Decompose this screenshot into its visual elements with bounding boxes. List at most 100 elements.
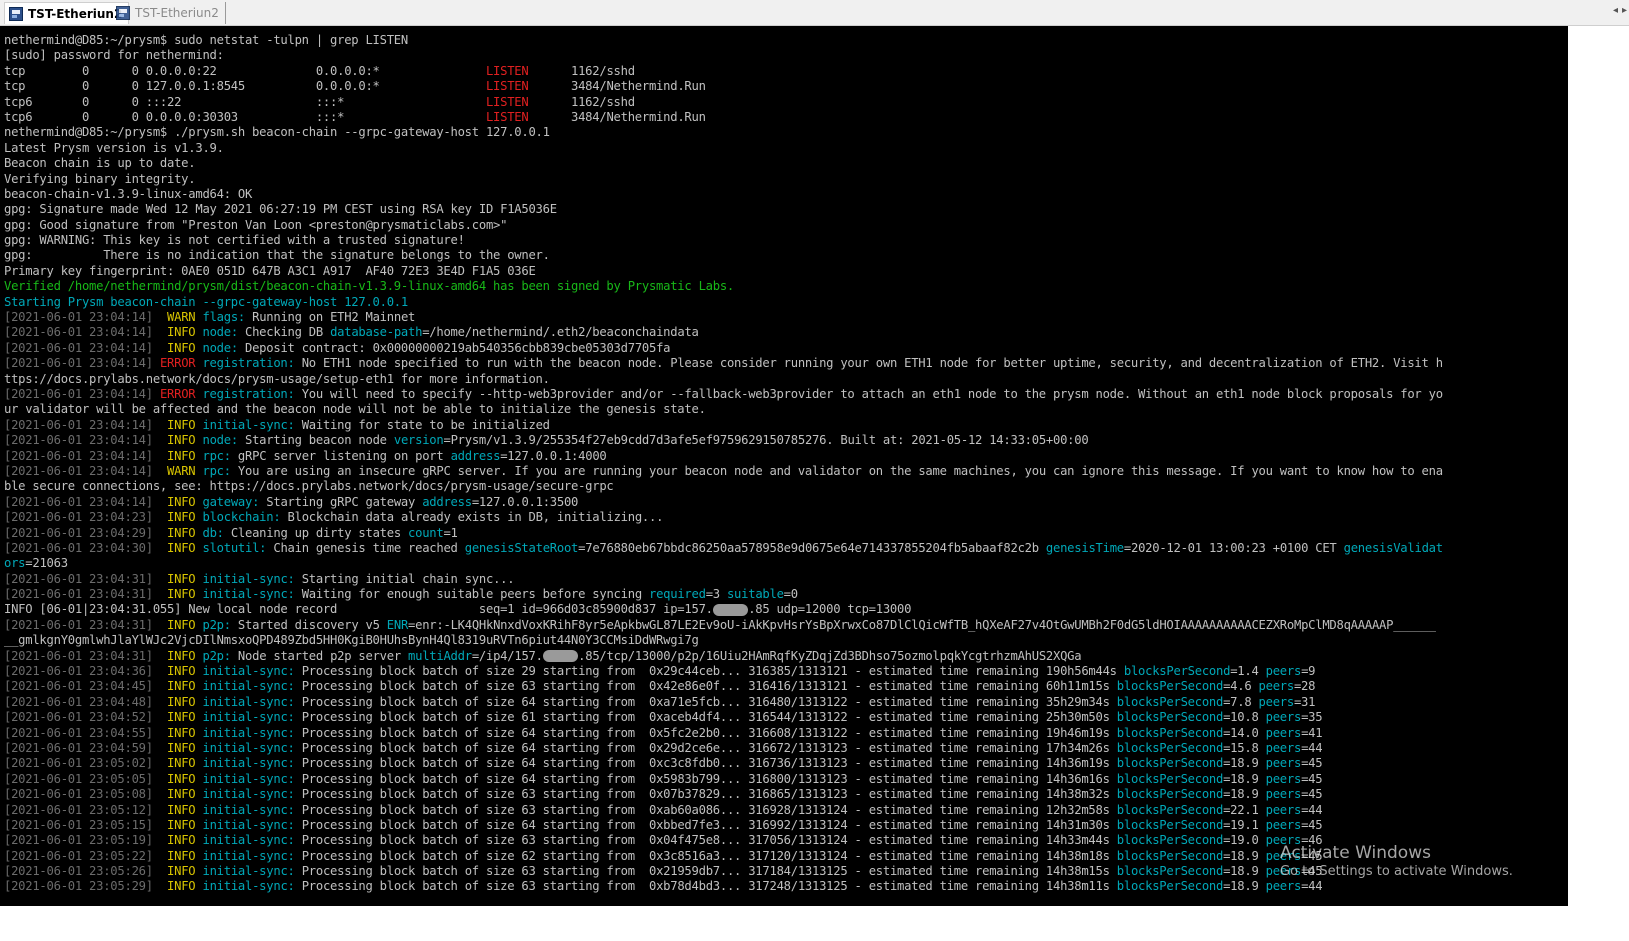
terminal-line: [2021-06-01 23:04:31] INFO p2p: Started … (4, 618, 1568, 633)
terminal-text-segment: initial-sync: (202, 725, 295, 740)
terminal-text-segment: =19.1 (1223, 817, 1266, 832)
terminal-text-segment: =21063 (25, 556, 68, 571)
terminal-text-segment: =44 (1301, 740, 1323, 755)
terminal-app-window: TST-Etheriun2 TST-Etheriun2 ◂ ▸ nethermi… (0, 0, 1629, 941)
tab-label: TST-Etheriun2 (135, 6, 219, 20)
terminal-text-segment: =45 (1301, 771, 1323, 786)
terminal-text-segment: INFO (167, 802, 196, 817)
terminal-text-segment: [2021-06-01 23:04:14] (4, 340, 153, 355)
terminal-output[interactable]: nethermind@D85:~/prysm$ sudo netstat -tu… (0, 26, 1568, 906)
terminal-text-segment: INFO (167, 833, 196, 848)
terminal-text-segment: blocksPerSecond (1116, 740, 1224, 755)
terminal-text-segment: required (649, 587, 706, 602)
terminal-text-segment: Starting beacon node (237, 433, 394, 448)
terminal-text-segment: Latest Prysm version is v1.3.9. (4, 140, 224, 155)
terminal-line: [2021-06-01 23:04:14] INFO rpc: gRPC ser… (4, 449, 1568, 464)
terminal-text-segment: No ETH1 node specified to run with the b… (294, 356, 1443, 371)
terminal-text-segment: registration: (202, 386, 295, 401)
terminal-line: [2021-06-01 23:04:14] INFO gateway: Star… (4, 495, 1568, 510)
terminal-text-segment: Processing block batch of size 61 starti… (294, 710, 1117, 725)
terminal-text-segment: node: (202, 340, 238, 355)
terminal-text-segment: =31 (1293, 694, 1316, 709)
terminal-line: [2021-06-01 23:04:31] INFO p2p: Node sta… (4, 649, 1568, 664)
terminal-text-segment: blocksPerSecond (1116, 833, 1224, 848)
terminal-text-segment: =10.8 (1223, 710, 1266, 725)
terminal-line: [2021-06-01 23:04:14] INFO node: Checkin… (4, 325, 1568, 340)
terminal-text-segment: initial-sync: (202, 833, 295, 848)
terminal-line: [2021-06-01 23:04:14] WARN rpc: You are … (4, 464, 1568, 479)
terminal-text-segment: =1 (443, 525, 458, 540)
terminal-line: ors=21063 (4, 556, 1568, 571)
terminal-text-segment: INFO (167, 540, 196, 555)
terminal-line: [2021-06-01 23:05:12] INFO initial-sync:… (4, 803, 1568, 818)
terminal-line: Verifying binary integrity. (4, 172, 1568, 187)
tab-label: TST-Etheriun2 (28, 6, 123, 21)
terminal-line: gpg: WARNING: This key is not certified … (4, 233, 1568, 248)
terminal-text-segment: gpg: Good signature from "Preston Van Lo… (4, 217, 508, 232)
terminal-text-segment: suitable (726, 587, 784, 602)
terminal-text-segment: blocksPerSecond (1116, 864, 1224, 879)
terminal-text-segment: peers (1265, 802, 1302, 817)
terminal-text-segment: version (393, 433, 444, 448)
terminal-text-segment: [2021-06-01 23:05:15] (4, 817, 153, 832)
terminal-text-segment: [2021-06-01 23:04:45] (4, 679, 153, 694)
terminal-text-segment: Processing block batch of size 64 starti… (294, 756, 1117, 771)
terminal-text-segment: ors (4, 556, 26, 571)
terminal-text-segment: node: (202, 325, 238, 340)
terminal-text-segment: Beacon chain is up to date. (4, 156, 196, 171)
terminal-line: [2021-06-01 23:05:29] INFO initial-sync:… (4, 879, 1568, 894)
terminal-text-segment: =/ip4/157. (471, 648, 543, 663)
terminal-text-segment: tcp 0 0 0.0.0.0:22 0.0.0.0:* (4, 63, 486, 78)
terminal-scrollbar[interactable] (1568, 26, 1629, 906)
terminal-line: [2021-06-01 23:05:26] INFO initial-sync:… (4, 864, 1568, 879)
terminal-text-segment: initial-sync: (202, 771, 295, 786)
terminal-text-segment: gpg: Signature made Wed 12 May 2021 06:2… (4, 202, 557, 217)
scroll-left-icon[interactable]: ◂ (1613, 5, 1618, 16)
terminal-line: Primary key fingerprint: 0AE0 051D 647B … (4, 264, 1568, 279)
terminal-text-segment: slotutil: (202, 540, 267, 555)
terminal-text-segment: Processing block batch of size 63 starti… (294, 833, 1117, 848)
terminal-text-segment: gpg: WARNING: This key is not certified … (4, 233, 465, 248)
terminal-text-segment: [2021-06-01 23:04:48] (4, 694, 153, 709)
terminal-text-segment: p2p: (202, 617, 231, 632)
terminal-line: INFO [06-01|23:04:31.055] New local node… (4, 602, 1568, 617)
terminal-line: [2021-06-01 23:04:14] WARN flags: Runnin… (4, 310, 1568, 325)
terminal-text-segment: =22.1 (1223, 802, 1266, 817)
terminal-line: [2021-06-01 23:04:36] INFO initial-sync:… (4, 664, 1568, 679)
terminal-text-segment: [2021-06-01 23:04:14] (4, 448, 153, 463)
terminal-text-segment: ttps://docs.prylabs.network/docs/prysm-u… (4, 371, 550, 386)
terminal-text-segment: You will need to specify --http-web3prov… (294, 386, 1443, 401)
terminal-text-segment: =7.8 (1223, 694, 1259, 709)
terminal-text-segment: ble secure connections, see: https://doc… (4, 479, 614, 494)
terminal-text-segment: 1162/sshd (528, 63, 635, 78)
terminal-text-segment: =0 (783, 587, 798, 602)
terminal-text-segment: INFO (167, 710, 196, 725)
terminal-text-segment: peers (1265, 817, 1302, 832)
terminal-text-segment: blocksPerSecond (1116, 879, 1224, 894)
terminal-text-segment: INFO (167, 756, 196, 771)
terminal-line: [2021-06-01 23:04:59] INFO initial-sync:… (4, 741, 1568, 756)
tab-tst-etheriun2-inactive[interactable]: TST-Etheriun2 (112, 2, 226, 24)
terminal-text-segment: Blockchain data already exists in DB, in… (280, 510, 664, 525)
tab-tst-etheriun2-active[interactable]: TST-Etheriun2 (4, 2, 130, 24)
terminal-text-segment: initial-sync: (202, 710, 295, 725)
terminal-line: [2021-06-01 23:05:19] INFO initial-sync:… (4, 833, 1568, 848)
terminal-text-segment: blocksPerSecond (1123, 664, 1231, 679)
terminal-text-segment: initial-sync: (202, 694, 295, 709)
tab-bar: TST-Etheriun2 TST-Etheriun2 ◂ ▸ (0, 0, 1629, 26)
terminal-text-segment: 3484/Nethermind.Run (528, 79, 706, 94)
terminal-text-segment: Verifying binary integrity. (4, 171, 196, 186)
scroll-right-icon[interactable]: ▸ (1622, 5, 1627, 16)
terminal-line: tcp 0 0 0.0.0.0:22 0.0.0.0:* LISTEN 1162… (4, 64, 1568, 79)
terminal-text-segment: Processing block batch of size 64 starti… (294, 817, 1117, 832)
terminal-text-segment: Processing block batch of size 63 starti… (294, 787, 1117, 802)
terminal-text-segment: =45 (1301, 756, 1323, 771)
terminal-text-segment: address (422, 494, 472, 509)
terminal-text-segment: peers (1265, 833, 1302, 848)
